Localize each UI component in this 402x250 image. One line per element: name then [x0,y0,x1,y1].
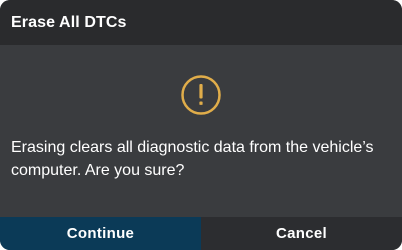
dialog-header: Erase All DTCs [0,0,402,45]
cancel-button[interactable]: Cancel [201,217,402,250]
erase-dtcs-dialog: Erase All DTCs Erasing clears all diagno… [0,0,402,250]
continue-button[interactable]: Continue [0,217,201,250]
dialog-actions: Continue Cancel [0,217,402,250]
dialog-body: Erasing clears all diagnostic data from … [0,45,402,217]
dialog-message: Erasing clears all diagnostic data from … [11,139,374,179]
dialog-title: Erase All DTCs [11,13,127,31]
warning-icon [181,75,221,115]
